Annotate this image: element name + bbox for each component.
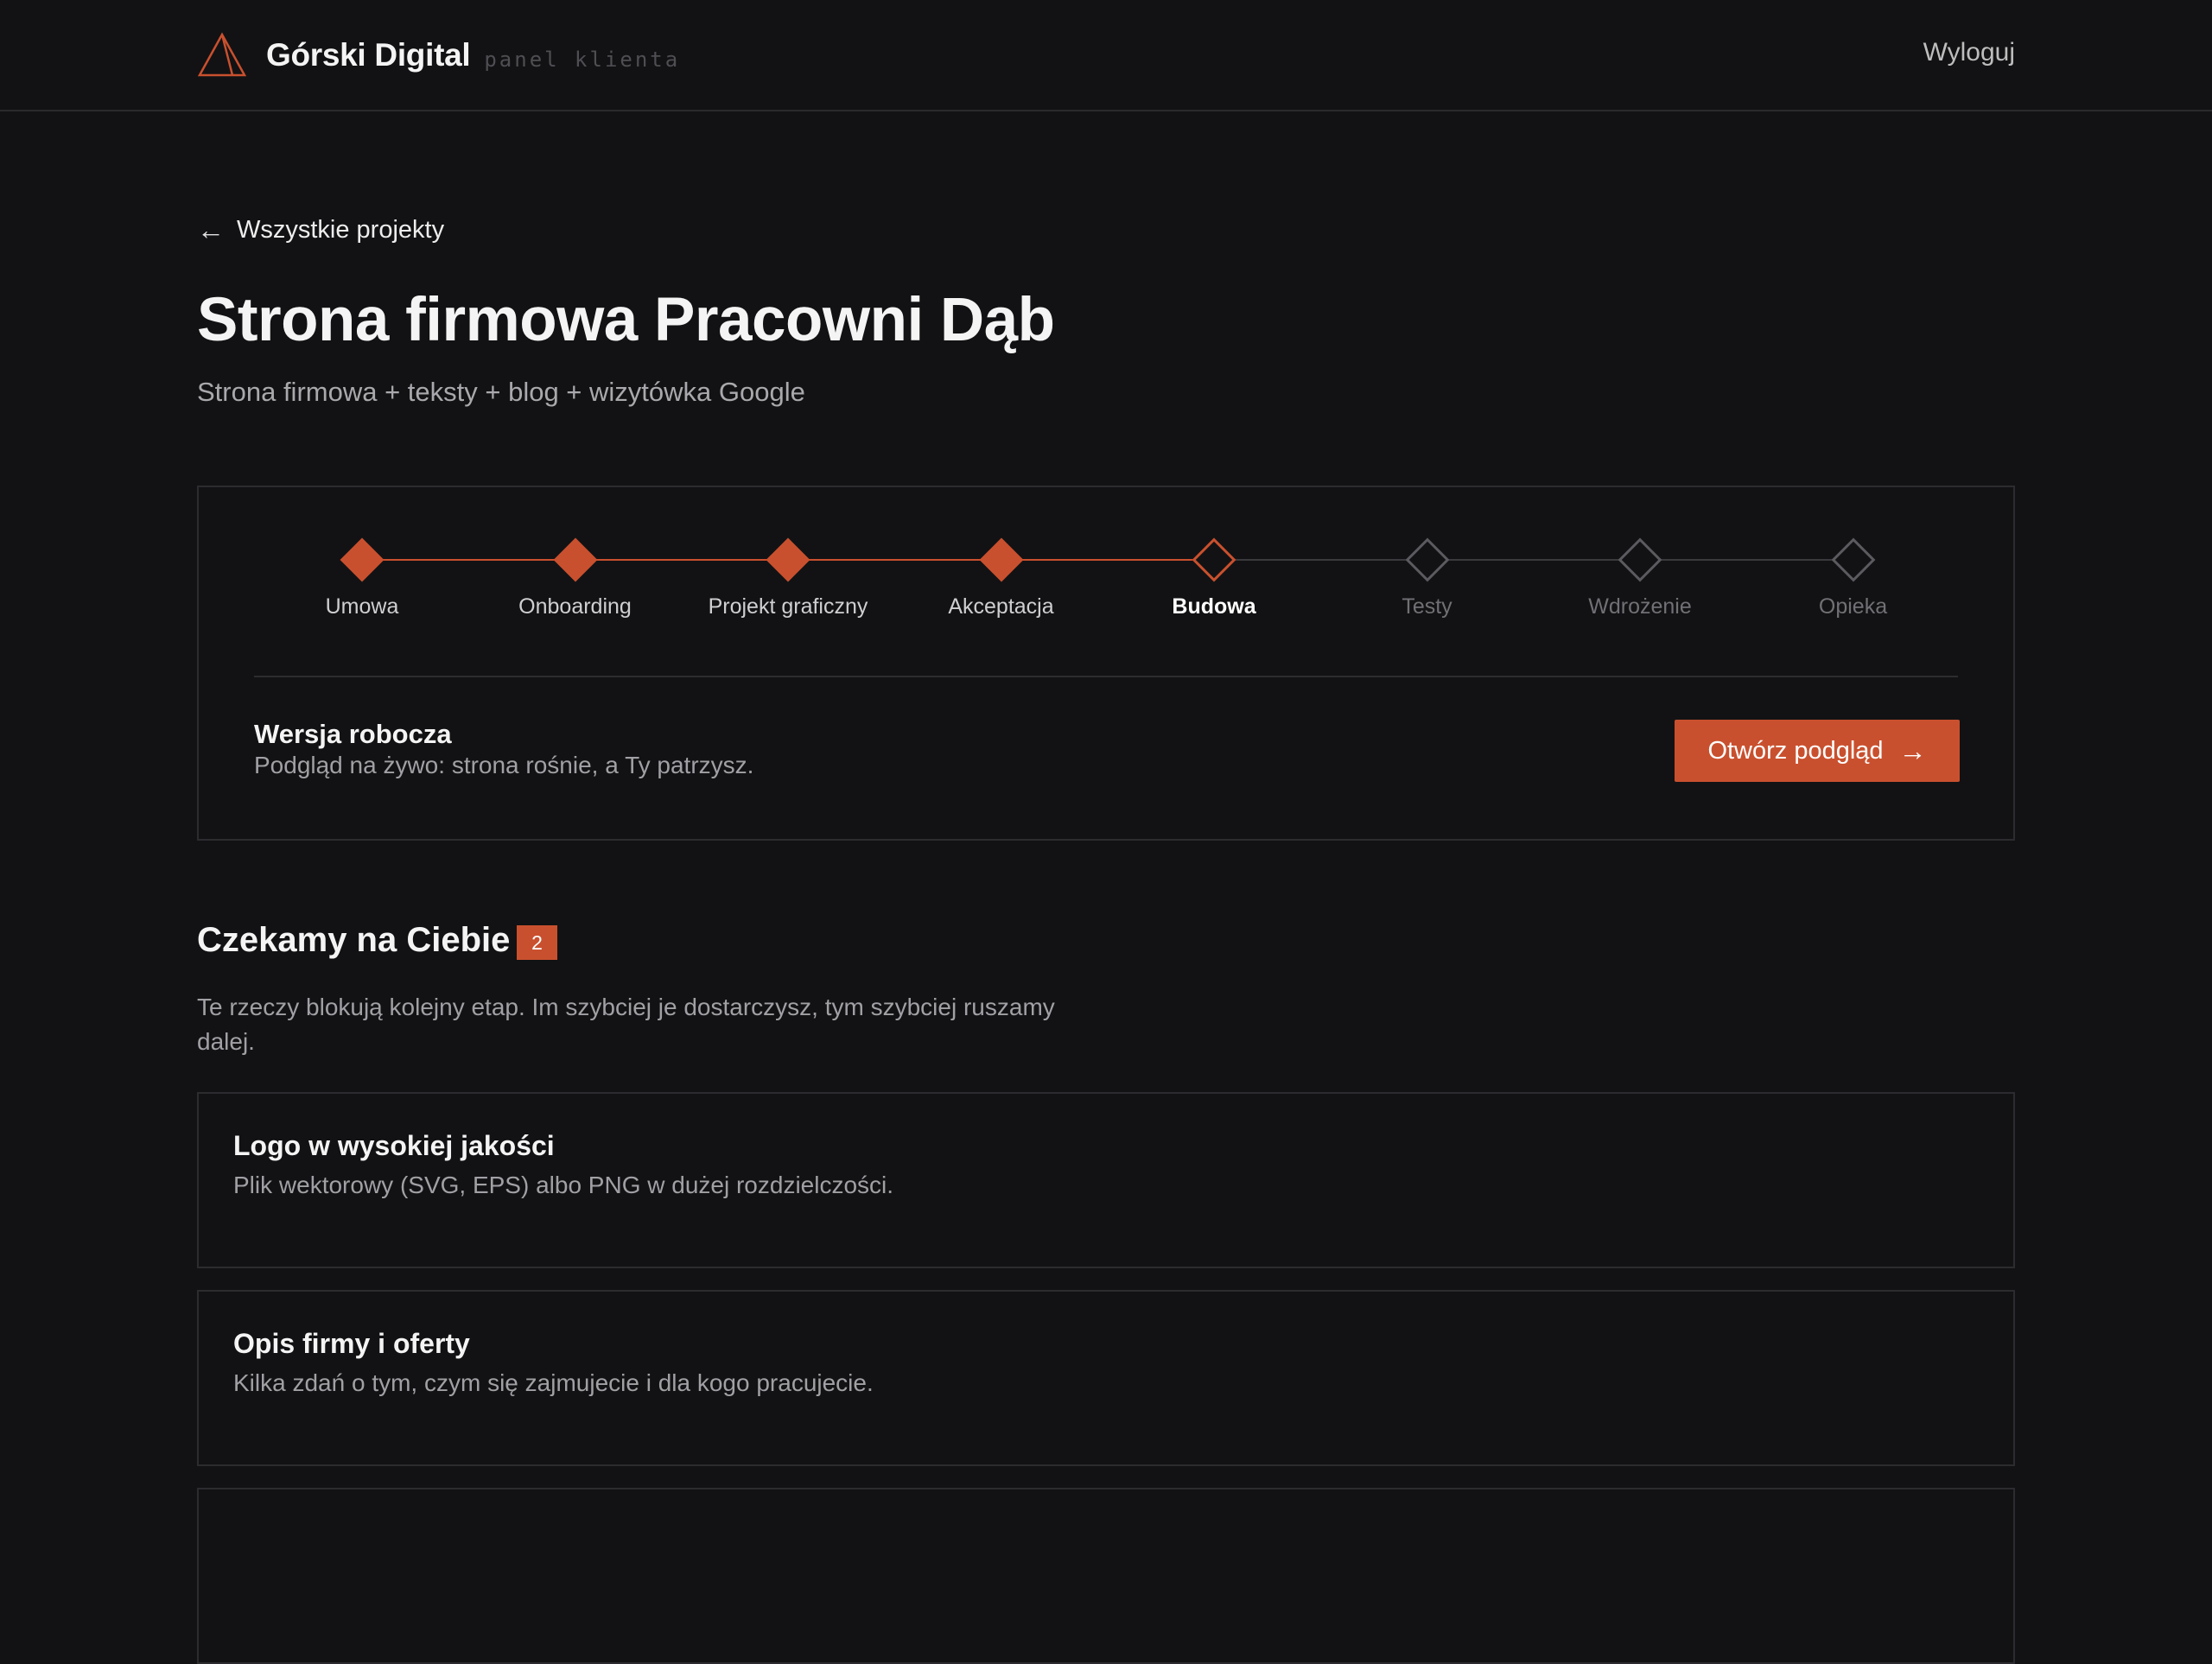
outlined-diamond-icon: [1831, 537, 1875, 582]
timeline-step-label: Wdrożenie: [1588, 594, 1692, 619]
filled-diamond-icon: [766, 537, 810, 582]
timeline-step-label: Akceptacja: [948, 594, 1054, 619]
timeline-step: Umowa: [256, 530, 468, 619]
outlined-diamond-icon: [1192, 537, 1236, 582]
page-title: Strona firmowa Pracowni Dąb: [197, 286, 1055, 354]
timeline-step-label: Onboarding: [518, 594, 632, 619]
brand-tagline: panel klienta: [484, 48, 681, 72]
task-card[interactable]: Logo w wysokiej jakości Plik wektorowy (…: [197, 1092, 2015, 1268]
outlined-diamond-icon: [1618, 537, 1662, 582]
timeline-step-label: Opieka: [1818, 594, 1888, 619]
arrow-right-icon: →: [1898, 734, 1927, 766]
task-card[interactable]: Opis firmy i oferty Kilka zdań o tym, cz…: [197, 1290, 2015, 1466]
timeline-step: Wdrożenie: [1534, 530, 1746, 619]
timeline-step: Onboarding: [469, 530, 682, 619]
filled-diamond-icon: [979, 537, 1023, 582]
logout-link[interactable]: Wyloguj: [1923, 38, 2015, 67]
task-description: Kilka zdań o tym, czym się zajmujecie i …: [233, 1369, 874, 1396]
task-card-partial[interactable]: [197, 1488, 2015, 1664]
timeline-step-label: Testy: [1402, 594, 1452, 619]
timeline-step-label: Projekt graficzny: [708, 594, 868, 619]
draft-title: Wersja robocza: [254, 719, 452, 749]
timeline-step: Testy: [1321, 530, 1534, 619]
project-progress-card: Umowa Onboarding Projekt graficzny Akceptac…: [197, 486, 2015, 841]
timeline-step: Projekt graficzny: [682, 530, 894, 619]
task-title: Logo w wysokiej jakości: [233, 1130, 555, 1161]
filled-diamond-icon: [553, 537, 597, 582]
task-title: Opis firmy i oferty: [233, 1328, 470, 1359]
back-to-projects-link[interactable]: ← Wszystkie projekty: [197, 214, 444, 246]
open-preview-label: Otwórz podgląd: [1707, 736, 1884, 765]
divider: [254, 676, 1958, 677]
pending-count-badge: 2: [517, 925, 557, 960]
arrow-left-icon: ←: [197, 214, 225, 245]
triangle-logo-icon: [197, 32, 247, 77]
timeline-step-label: Umowa: [325, 594, 399, 619]
timeline-step-label: Budowa: [1172, 594, 1256, 619]
waiting-section-title: Czekamy na Ciebie: [197, 921, 511, 959]
open-preview-button[interactable]: Otwórz podgląd →: [1675, 720, 1960, 782]
timeline-step: Opieka: [1747, 530, 1960, 619]
draft-description: Podgląd na żywo: strona rośnie, a Ty pat…: [254, 752, 754, 778]
timeline-step: Akceptacja: [895, 530, 1108, 619]
stage-timeline: Umowa Onboarding Projekt graficzny Akceptac…: [199, 487, 2013, 626]
waiting-section-description: Te rzeczy blokują kolejny etap. Im szybc…: [197, 994, 1055, 1055]
brand-name: Górski Digital: [266, 37, 471, 73]
top-bar: Górski Digital panel klienta Wyloguj: [0, 0, 2212, 111]
task-description: Plik wektorowy (SVG, EPS) albo PNG w duż…: [233, 1172, 894, 1198]
brand[interactable]: Górski Digital panel klienta: [197, 31, 680, 79]
filled-diamond-icon: [340, 537, 385, 582]
page-subtitle: Strona firmowa + teksty + blog + wizytów…: [197, 377, 805, 407]
outlined-diamond-icon: [1405, 537, 1449, 582]
timeline-step: Budowa: [1108, 530, 1320, 619]
back-link-label: Wszystkie projekty: [237, 216, 445, 244]
